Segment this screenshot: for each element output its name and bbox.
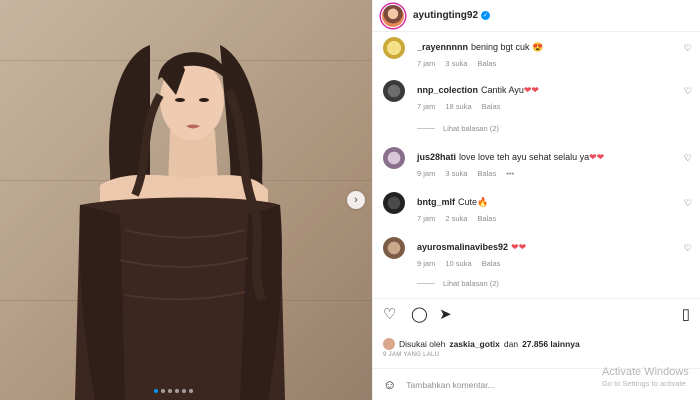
view-replies-button[interactable]: Lihat balasan (2) xyxy=(417,124,499,133)
commenter-avatar[interactable] xyxy=(383,147,405,169)
carousel-dot xyxy=(175,389,179,393)
comment-likes[interactable]: 18 suka xyxy=(445,102,471,111)
carousel-indicator xyxy=(154,389,193,393)
comment-time: 9 jam xyxy=(417,259,436,268)
comment-meta: 7 jam 18 suka Balas xyxy=(417,102,500,111)
watermark-title: Activate Windows xyxy=(602,366,689,378)
view-replies-label: Lihat balasan (2) xyxy=(443,124,499,133)
comment-item: nnp_colection Cantik Ayu❤❤ ♡ 7 jam 18 suk… xyxy=(383,80,692,111)
comment-text: bntg_mlf Cute🔥 xyxy=(417,196,672,208)
reply-button[interactable]: Balas xyxy=(477,214,496,223)
comment-username[interactable]: jus28hati xyxy=(417,152,456,162)
like-comment-icon[interactable]: ♡ xyxy=(684,86,692,97)
carousel-dot xyxy=(161,389,165,393)
comment-meta: 7 jam 2 suka Balas xyxy=(417,214,496,223)
carousel-dot xyxy=(154,389,158,393)
author-username[interactable]: ayutingting92 xyxy=(413,10,478,21)
comment-meta: 7 jam 3 suka Balas xyxy=(417,59,496,68)
commenter-avatar[interactable] xyxy=(383,80,405,102)
like-comment-icon[interactable]: ♡ xyxy=(684,153,692,164)
likes-middle: dan xyxy=(503,339,519,349)
comment-text: nnp_colection Cantik Ayu❤❤ xyxy=(417,84,672,96)
commenter-avatar[interactable] xyxy=(383,237,405,259)
reply-button[interactable]: Balas xyxy=(477,59,496,68)
comment-username[interactable]: nnp_colection xyxy=(417,85,478,95)
like-comment-icon[interactable]: ♡ xyxy=(684,43,692,54)
comment-content: love love teh ayu sehat selalu ya xyxy=(459,152,590,162)
commenter-avatar[interactable] xyxy=(383,192,405,214)
more-options-icon[interactable]: ••• xyxy=(506,169,514,178)
like-comment-icon[interactable]: ♡ xyxy=(684,243,692,254)
comment-time: 7 jam xyxy=(417,214,436,223)
verified-badge-icon: ✓ xyxy=(481,11,491,20)
like-comment-icon[interactable]: ♡ xyxy=(684,198,692,209)
view-replies-button[interactable]: Lihat balasan (2) xyxy=(417,279,499,288)
chevron-right-icon: › xyxy=(354,194,358,206)
comment-text: ayurosmalinavibes92 ❤❤ xyxy=(417,241,672,253)
windows-activation-watermark: Activate Windows Go to Settings to activ… xyxy=(602,366,689,388)
comment-time: 7 jam xyxy=(417,59,436,68)
liker-username[interactable]: zaskia_gotix xyxy=(449,339,500,349)
heart-emoji: ❤❤ xyxy=(523,85,539,95)
comment-username[interactable]: bntg_mlf xyxy=(417,197,455,207)
reply-button[interactable]: Balas xyxy=(482,102,501,111)
likes-prefix: Disukai oleh xyxy=(399,339,446,349)
likes-summary: Disukai oleh zaskia_gotix dan 27.856 lai… xyxy=(383,338,580,350)
heart-emoji: ❤❤ xyxy=(511,242,527,252)
comment-content: bening bgt cuk 😍 xyxy=(471,42,544,52)
comment-likes[interactable]: 10 suka xyxy=(445,259,471,268)
author-avatar[interactable] xyxy=(381,3,405,28)
commenter-avatar[interactable] xyxy=(383,37,405,59)
like-heart-icon[interactable]: ♡ xyxy=(383,307,396,323)
comment-content: Cute🔥 xyxy=(458,197,489,207)
comment-text: _rayennnnn bening bgt cuk 😍 xyxy=(417,41,672,53)
likes-count[interactable]: 27.856 lainnya xyxy=(522,339,580,349)
emoji-picker-icon[interactable]: ☺ xyxy=(383,377,396,392)
post-photo[interactable]: › xyxy=(0,0,372,400)
post-timestamp: 9 JAM YANG LALU xyxy=(383,352,440,358)
comment-username[interactable]: _rayennnnn xyxy=(417,42,468,52)
comment-time: 7 jam xyxy=(417,102,436,111)
comment-meta: 9 jam 3 suka Balas ••• xyxy=(417,169,514,178)
carousel-dot xyxy=(189,389,193,393)
carousel-dot xyxy=(168,389,172,393)
comment-meta: 9 jam 10 suka Balas xyxy=(417,259,500,268)
add-comment-input[interactable]: Tambahkan komentar... xyxy=(406,380,494,390)
post-details-panel: ayutingting92 ✓ _rayennnnn bening bgt cuk… xyxy=(372,0,700,400)
comment-bubble-icon[interactable]: ◯ xyxy=(411,307,428,323)
comment-likes[interactable]: 3 suka xyxy=(445,169,467,178)
carousel-dot xyxy=(182,389,186,393)
share-send-icon[interactable]: ➤ xyxy=(439,307,452,323)
comment-item: bntg_mlf Cute🔥 ♡ 7 jam 2 suka Balas xyxy=(383,192,692,223)
comment-item: jus28hati love love teh ayu sehat selalu … xyxy=(383,147,692,178)
heart-emoji: ❤❤ xyxy=(589,152,605,162)
reply-button[interactable]: Balas xyxy=(482,259,501,268)
comments-list[interactable]: _rayennnnn bening bgt cuk 😍 ♡ 7 jam 3 suk… xyxy=(373,33,700,298)
next-image-button[interactable]: › xyxy=(347,191,365,209)
replies-divider xyxy=(417,283,435,284)
comment-likes[interactable]: 2 suka xyxy=(445,214,467,223)
post-actions-bar: ♡ ◯ ➤ ▯ xyxy=(373,298,700,334)
watermark-subtitle: Go to Settings to activate xyxy=(602,379,686,388)
bookmark-icon[interactable]: ▯ xyxy=(682,307,690,323)
replies-divider xyxy=(417,128,435,129)
comment-username[interactable]: ayurosmalinavibes92 xyxy=(417,242,508,252)
comment-likes[interactable]: 3 suka xyxy=(445,59,467,68)
woman-portrait-image xyxy=(75,45,285,400)
comment-item: ayurosmalinavibes92 ❤❤ ♡ 9 jam 10 suka Ba… xyxy=(383,237,692,268)
view-replies-label: Lihat balasan (2) xyxy=(443,279,499,288)
reply-button[interactable]: Balas xyxy=(477,169,496,178)
comment-item: _rayennnnn bening bgt cuk 😍 ♡ 7 jam 3 suk… xyxy=(383,37,692,68)
post-header: ayutingting92 ✓ xyxy=(373,0,700,32)
comment-time: 9 jam xyxy=(417,169,436,178)
comment-content: Cantik Ayu xyxy=(481,85,524,95)
liker-avatar[interactable] xyxy=(383,338,395,350)
comment-text: jus28hati love love teh ayu sehat selalu … xyxy=(417,151,672,163)
